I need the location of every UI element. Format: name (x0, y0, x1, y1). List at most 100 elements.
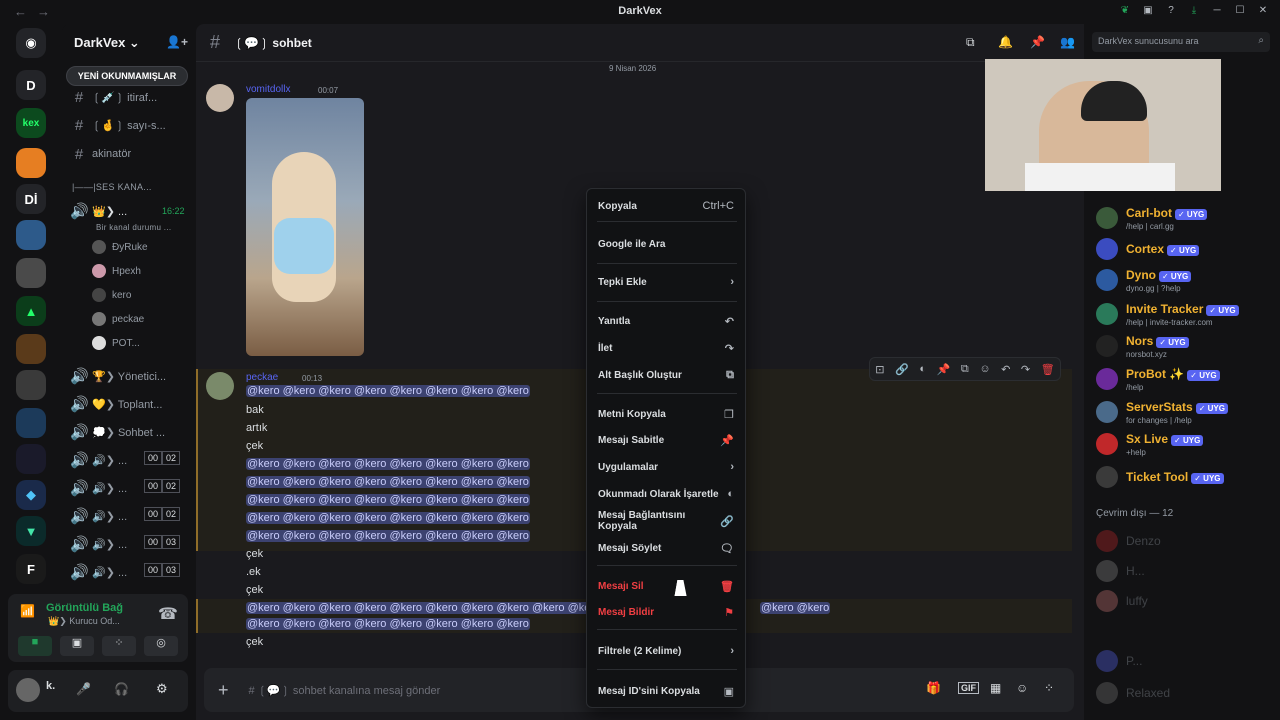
menu-item-copy[interactable]: Kopyala Ctrl+C (593, 195, 739, 217)
channel-akinator[interactable]: # akinatör (70, 143, 192, 165)
server-icon-d[interactable]: D (16, 70, 46, 100)
trash-icon[interactable]: 🗑 (1041, 363, 1055, 376)
member-item[interactable]: P... (1096, 650, 1142, 672)
menu-item-copy-text[interactable]: Metni Kopyala ❐ (593, 403, 739, 425)
pin-icon[interactable]: 📌 (1030, 35, 1045, 49)
threads-icon[interactable]: ⧉ (961, 363, 969, 376)
activities-button[interactable]: ⁘ (102, 636, 136, 656)
menu-item-copy-id[interactable]: Mesaj ID'sini Kopyala ▣ (593, 680, 739, 702)
minimize-icon[interactable]: ─ (1210, 3, 1224, 17)
server-icon-orange[interactable] (16, 148, 46, 178)
server-icon-11[interactable] (16, 444, 46, 474)
pin-icon[interactable]: 📌 (937, 363, 951, 376)
voice-channel-label[interactable]: 👑❯ Kurucu Od... (48, 616, 120, 627)
menu-item-forward[interactable]: İlet ↷ (593, 337, 739, 359)
apps-icon[interactable]: ⁘ (1044, 681, 1054, 695)
message-author[interactable]: vomitdollx (246, 84, 290, 95)
member-item[interactable]: Invite Tracker ✓ UYG/help | invite-tracke… (1096, 300, 1239, 327)
download-icon[interactable]: ⤓ (1187, 3, 1201, 17)
menu-item-google[interactable]: Google ile Ara (593, 233, 739, 255)
member-item[interactable]: Relaxed (1096, 682, 1170, 704)
member-item[interactable]: Carl-bot ✓ UYG/help | carl.gg (1096, 204, 1208, 231)
server-icon-di[interactable]: Dİ (16, 184, 46, 214)
voice-user[interactable]: Hpexh (92, 262, 141, 280)
discord-home-icon[interactable]: ◉ (16, 28, 46, 58)
unread-pill[interactable]: YENİ OKUNMAMIŞLAR (66, 66, 188, 86)
emoji-icon[interactable]: ☺ (1016, 681, 1028, 695)
search-input[interactable]: DarkVex sunucusunu ara ⌕ (1092, 32, 1270, 52)
unread-icon[interactable]: ◐ (919, 363, 926, 375)
member-item[interactable]: ProBot ✨ ✓ UYG/help (1096, 365, 1220, 392)
gif-icon[interactable]: GIF (958, 682, 979, 694)
reply-icon[interactable]: ↶ (1001, 363, 1010, 376)
member-item[interactable]: Nors ✓ UYG norsbot.xyz (1096, 332, 1189, 359)
menu-item-mark-unread[interactable]: Okunmadı Olarak İşaretle ◐ (593, 483, 739, 505)
menu-item-speak[interactable]: Mesajı Söylet 🗨 (593, 537, 739, 559)
member-item[interactable]: Cortex ✓ UYG (1096, 238, 1200, 260)
menu-item-copy-link[interactable]: Mesaj Bağlantısını Kopyala 🔗 (593, 510, 739, 532)
member-item[interactable]: Ticket Tool ✓ UYG (1096, 466, 1224, 488)
channel-itiraf[interactable]: # ❲💉❳ itiraf... (70, 86, 192, 108)
active-voice-channel[interactable]: 🔊 👑❯ ... 16:22 (70, 200, 192, 222)
menu-item-react[interactable]: Tepki Ekle › (593, 271, 739, 293)
message-input[interactable]: # ❲💬❳ sohbet kanalına mesaj gönder (249, 684, 441, 697)
image-attachment[interactable] (246, 98, 364, 356)
avatar[interactable] (206, 372, 234, 400)
server-icon-14[interactable]: F (16, 554, 46, 584)
member-item[interactable]: Sx Live ✓ UYG +help (1096, 430, 1204, 457)
voice-channel[interactable]: 🔊 🏆❯ Yönetici... (70, 365, 192, 387)
menu-item-delete[interactable]: Mesajı Sil 🗑 (593, 575, 739, 597)
server-icon-8[interactable] (16, 334, 46, 364)
threads-icon[interactable]: ⧉ (966, 35, 975, 50)
inbox-icon[interactable]: ▣ (1141, 3, 1155, 17)
server-icon-5[interactable] (16, 220, 46, 250)
voice-user[interactable]: POT... (92, 334, 140, 352)
voice-status-label[interactable]: Görüntülü Bağ (46, 602, 123, 614)
member-item[interactable]: luffy (1096, 590, 1148, 612)
invite-icon[interactable]: 👤+ (166, 35, 188, 49)
thread-icon[interactable]: ⊡ (875, 363, 884, 376)
server-icon-kex[interactable]: kex (16, 108, 46, 138)
member-item[interactable]: ServerStats ✓ UYG for changes | /help (1096, 398, 1228, 425)
avatar[interactable] (16, 678, 40, 702)
member-item[interactable]: Dyno ✓ UYG dyno.gg | ?help (1096, 266, 1192, 293)
leaf-icon[interactable]: ❦ (1118, 3, 1132, 17)
add-attachment-button[interactable]: + (218, 680, 229, 701)
server-icon-13[interactable]: ▼ (16, 516, 46, 546)
gift-icon[interactable]: 🎁 (926, 681, 941, 695)
headset-icon[interactable]: 🎧 (114, 682, 129, 696)
voice-category[interactable]: |——|SES KANA... (72, 182, 152, 192)
menu-item-reply[interactable]: Yanıtla ↶ (593, 310, 739, 332)
help-icon[interactable]: ? (1164, 3, 1178, 17)
emoji-icon[interactable]: ☺ (979, 363, 990, 375)
sticker-icon[interactable]: ▦ (990, 681, 1001, 695)
server-icon-7[interactable]: ▲ (16, 296, 46, 326)
menu-item-report[interactable]: Mesaj Bildir ⚑ (593, 601, 739, 623)
forward-icon[interactable]: ↷ (1021, 363, 1030, 376)
link-icon[interactable]: 🔗 (895, 363, 909, 376)
server-icon-6[interactable] (16, 258, 46, 288)
bell-icon[interactable]: 🔔 (998, 35, 1013, 49)
voice-channel[interactable]: 🔊 💭❯ Sohbet ... (70, 421, 192, 443)
channel-sayi[interactable]: # ❲🤞❳ sayı-s... (70, 114, 192, 136)
screenshare-button[interactable]: ▣ (60, 636, 94, 656)
menu-item-pin[interactable]: Mesajı Sabitle 📌 (593, 429, 739, 451)
maximize-icon[interactable]: ☐ (1233, 3, 1247, 17)
server-icon-9[interactable] (16, 370, 46, 400)
mic-icon[interactable]: 🎤 (76, 682, 91, 696)
voice-user[interactable]: kero (92, 286, 131, 304)
member-item[interactable]: H... (1096, 560, 1145, 582)
close-icon[interactable]: ✕ (1256, 3, 1270, 17)
settings-icon[interactable]: ⚙ (156, 681, 168, 697)
members-icon[interactable]: 👥 (1060, 35, 1075, 49)
member-item[interactable]: Denzo (1096, 530, 1161, 552)
menu-item-thread[interactable]: Alt Başlık Oluştur ⧉ (593, 364, 739, 386)
menu-item-apps[interactable]: Uygulamalar › (593, 456, 739, 478)
voice-channel[interactable]: 🔊 💛❯ Toplant... (70, 393, 192, 415)
menu-item-filter[interactable]: Filtrele (2 Kelime) › (593, 640, 739, 662)
disconnect-icon[interactable]: ☎ (158, 604, 178, 624)
server-icon-10[interactable] (16, 408, 46, 438)
guild-header[interactable]: DarkVex ⌄ 👤+ (62, 24, 196, 62)
user-name[interactable]: k. (46, 680, 55, 692)
voice-user[interactable]: ÐyRuke (92, 238, 148, 256)
